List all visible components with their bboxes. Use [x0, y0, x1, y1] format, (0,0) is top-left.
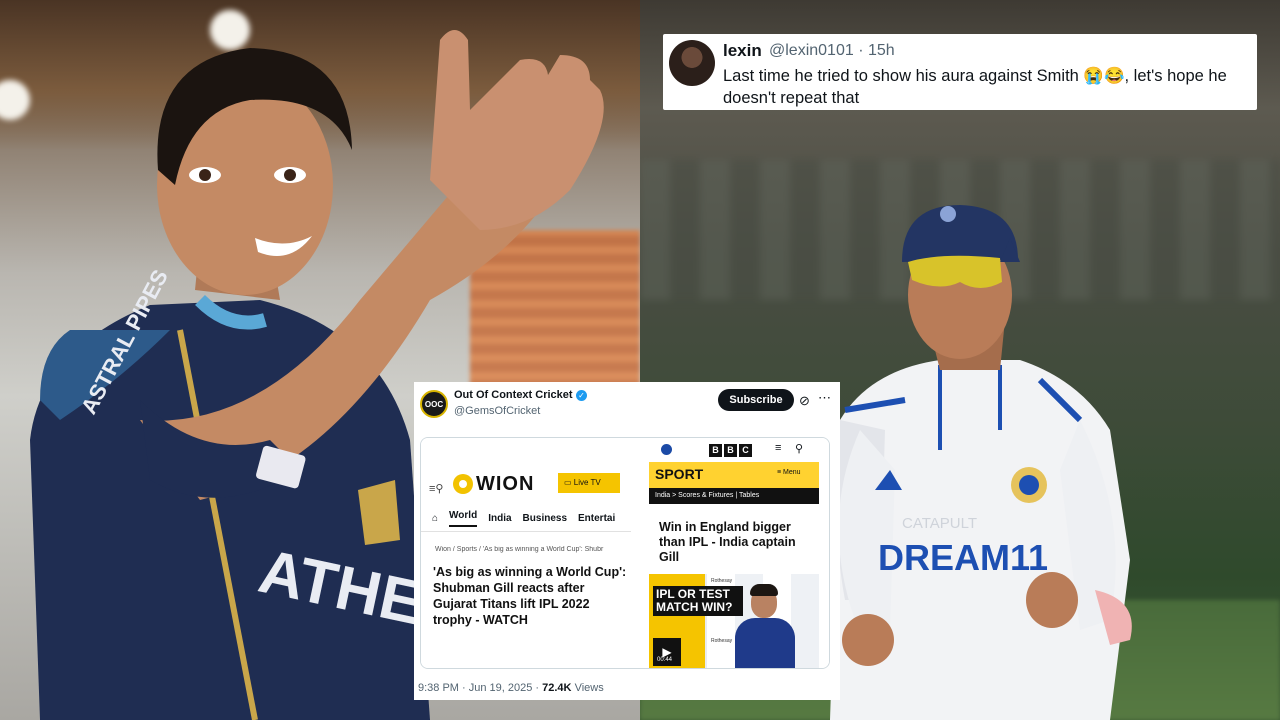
tweet-handle-time: @lexin0101 · 15h	[769, 42, 895, 59]
grok-icon[interactable]: ⊘	[799, 393, 810, 409]
post-display-name[interactable]: Out Of Context Cricket	[454, 389, 573, 401]
views-label: Views	[574, 682, 604, 694]
wion-headline: 'As big as winning a World Cup': Shubman…	[433, 565, 627, 627]
post-media-image[interactable]: ≡⚲ WION ▭ Live TV ⌂ World India Business…	[420, 437, 830, 669]
bbc-logo: B B C	[709, 444, 752, 457]
avatar[interactable]	[669, 40, 715, 86]
menu-icon: ≡⚲	[429, 483, 444, 495]
home-icon: ⌂	[432, 513, 439, 524]
video-thumbnail: Rothesay Rothesay IPL OR TEST MATCH WIN?…	[649, 574, 819, 668]
bbc-article-screenshot: B B C ≡ ⚲ SPORT ≡ Menu India > Scores & …	[649, 438, 829, 668]
live-tv-badge: ▭ Live TV	[558, 473, 620, 493]
sport-title: SPORT	[655, 466, 704, 482]
right-jersey-sponsor: CATAPULT	[902, 515, 977, 532]
embedded-post-card[interactable]: OOC Out Of Context Cricket ✓ @GemsOfCric…	[414, 382, 840, 700]
player-hair	[750, 584, 778, 596]
account-icon	[661, 444, 672, 455]
more-options-icon[interactable]: ⋯	[818, 390, 831, 406]
verified-badge-icon: ✓	[576, 390, 587, 401]
wion-logo-icon	[453, 474, 473, 494]
post-meta: 9:38 PM · Jun 19, 2025 · 72.4K Views	[418, 682, 604, 694]
wion-logo: WION	[476, 473, 535, 495]
video-caption: IPL OR TEST MATCH WIN?	[653, 586, 743, 616]
post-timestamp[interactable]: 9:38 PM · Jun 19, 2025 ·	[418, 682, 539, 694]
views-count: 72.4K	[542, 682, 572, 694]
bbc-headline: Win in England bigger than IPL - India c…	[659, 520, 796, 564]
tweet-text: Last time he tried to show his aura agai…	[723, 67, 1227, 107]
wion-article-screenshot: ≡⚲ WION ▭ Live TV ⌂ World India Business…	[421, 438, 631, 668]
player-figure	[735, 618, 795, 668]
avatar[interactable]: OOC	[420, 390, 448, 418]
bbc-subnav: India > Scores & Fixtures | Tables	[649, 488, 819, 504]
video-duration: 00:44	[657, 657, 673, 663]
breadcrumb: Wion / Sports / 'As big as winning a Wor…	[435, 546, 604, 553]
wion-nav-business: Business	[522, 513, 568, 524]
wion-nav-india: India	[488, 513, 512, 524]
search-icon: ⚲	[795, 443, 804, 455]
tweet-display-name[interactable]: lexin	[723, 41, 762, 61]
wion-nav-world: World	[449, 510, 478, 527]
menu-icon: ≡	[775, 442, 782, 454]
sport-menu: ≡ Menu	[777, 469, 801, 476]
subscribe-button[interactable]: Subscribe	[718, 389, 794, 411]
sport-header: SPORT ≡ Menu	[649, 462, 819, 488]
post-handle[interactable]: @GemsOfCricket	[454, 405, 540, 417]
wion-nav-entertainment: Entertai	[578, 513, 616, 524]
right-jersey-text: DREAM11	[878, 537, 1048, 578]
reply-tweet-card[interactable]: lexin @lexin0101 · 15h Last time he trie…	[663, 34, 1257, 110]
wion-nav: ⌂ World India Business Entertai	[421, 506, 631, 532]
